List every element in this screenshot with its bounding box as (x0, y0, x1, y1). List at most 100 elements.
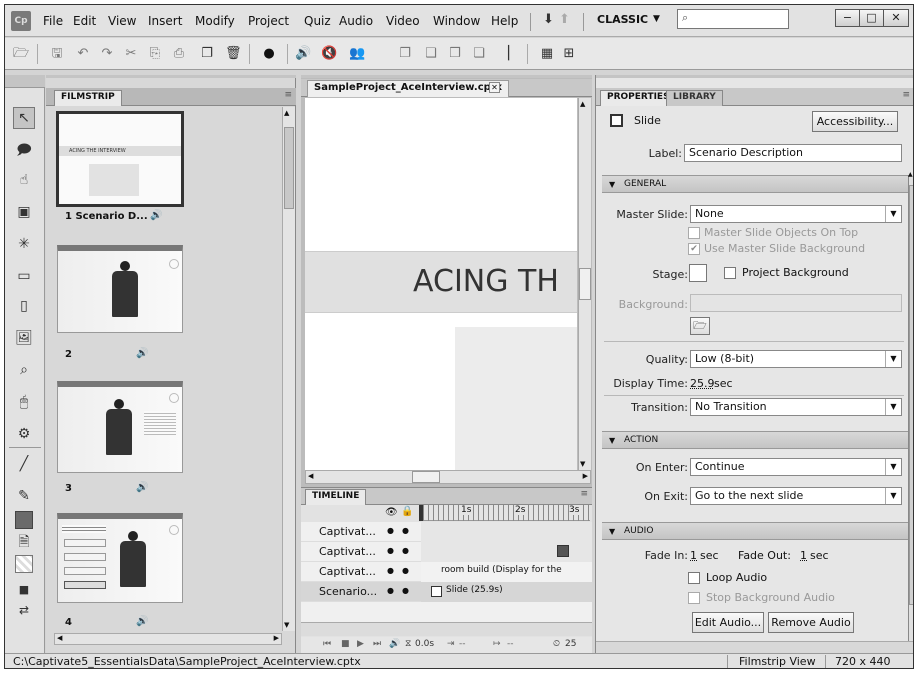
stage-hscroll-thumb[interactable] (412, 471, 440, 483)
zoom-area-tool-icon[interactable]: ⌕ (15, 361, 33, 379)
playhead[interactable] (419, 505, 423, 521)
menu-view[interactable]: View (108, 14, 136, 28)
tab-filmstrip[interactable]: FILMSTRIP (54, 90, 122, 106)
general-section-header[interactable]: ▼ GENERAL (602, 175, 908, 193)
menu-quiz[interactable]: Quiz (304, 14, 331, 28)
undo-icon[interactable]: ↶ (75, 46, 91, 62)
scroll-right-icon[interactable]: ▶ (583, 472, 588, 480)
visibility-dot[interactable]: ● (387, 566, 394, 575)
redo-icon[interactable]: ↷ (99, 46, 115, 62)
send-backward-icon[interactable]: ❏ (471, 46, 487, 62)
duplicate-icon[interactable]: ❐ (199, 46, 215, 62)
quality-dropdown[interactable]: Low (8-bit) ▼ (690, 350, 902, 368)
filmstrip-scroll-thumb[interactable] (284, 127, 294, 209)
collapse-triangle-icon[interactable]: ▼ (609, 176, 615, 193)
paint-bucket-icon[interactable]: 🗎 (15, 533, 33, 551)
slide-thumbnail-4[interactable] (57, 513, 183, 603)
menu-modify[interactable]: Modify (195, 14, 235, 28)
scroll-up-icon[interactable]: ▲ (580, 100, 585, 108)
lock-dot[interactable]: ● (402, 546, 409, 555)
group-icon[interactable]: ❐ (397, 46, 413, 62)
stage-scroll-thumb[interactable] (579, 268, 591, 300)
stroke-color-swatch[interactable] (15, 555, 33, 573)
stage-vertical-scrollbar[interactable]: ▲ ▼ (578, 98, 591, 470)
swap-colors-icon[interactable]: ⇄ (15, 601, 33, 619)
stage-color-swatch[interactable] (689, 264, 707, 282)
close-tab-icon[interactable]: ✕ (489, 82, 500, 93)
label-field[interactable]: Scenario Description (684, 144, 902, 162)
menu-window[interactable]: Window (433, 14, 480, 28)
slide-thumbnail-1[interactable]: ACING THE INTERVIEW (56, 111, 184, 207)
filmstrip-horizontal-scrollbar[interactable]: ◀ ▶ (54, 633, 282, 645)
master-slide-dropdown[interactable]: None ▼ (690, 205, 902, 223)
timeline-track[interactable] (421, 522, 592, 542)
slide-audio-icon[interactable]: 🔊 (150, 210, 162, 221)
stage-horizontal-scrollbar[interactable]: ◀ ▶ (305, 470, 591, 484)
widget-tool-icon[interactable]: ⚙ (15, 425, 33, 443)
remove-audio-button[interactable]: Remove Audio (768, 612, 854, 633)
track-end-marker[interactable] (557, 545, 569, 557)
loop-audio-checkbox[interactable] (688, 572, 700, 584)
play-icon[interactable]: ▶ (357, 639, 364, 649)
rollover-caption-tool-icon[interactable]: ☝ (15, 171, 33, 189)
timeline-ruler[interactable]: 1s 2s 3s (419, 505, 590, 521)
snap-to-grid-icon[interactable]: ⊞ (561, 46, 577, 62)
action-section-header[interactable]: ▼ ACTION (602, 431, 908, 449)
lock-dot[interactable]: ● (402, 566, 409, 575)
slide-title[interactable]: ACING TH (413, 264, 559, 299)
menu-project[interactable]: Project (248, 14, 289, 28)
save-icon[interactable]: 🖫 (49, 46, 65, 62)
open-folder-icon[interactable]: 🗁 (13, 46, 29, 62)
collapse-triangle-icon[interactable]: ▼ (609, 523, 615, 540)
audio-section-header[interactable]: ▼ AUDIO (602, 522, 908, 540)
fill-color-swatch[interactable] (15, 511, 33, 529)
timeline-track[interactable]: Slide (25.9s) (421, 582, 592, 602)
menu-audio[interactable]: Audio (339, 14, 373, 28)
display-time-value[interactable]: 25.9 (690, 377, 715, 390)
text-caption-tool-icon[interactable]: 🗩 (15, 141, 33, 159)
lock-dot[interactable]: ● (402, 586, 409, 595)
chevron-down-icon[interactable]: ▼ (653, 14, 660, 24)
menu-help[interactable]: Help (491, 14, 518, 28)
button-tool-icon[interactable]: ▭ (15, 267, 33, 285)
menu-insert[interactable]: Insert (148, 14, 182, 28)
line-tool-icon[interactable]: ╱ (15, 455, 33, 473)
properties-scrollbar[interactable]: ▲ (908, 171, 913, 641)
background-field[interactable] (690, 294, 902, 312)
search-input[interactable]: ⌕ (677, 9, 789, 29)
download-icon[interactable]: ⬇ (543, 12, 554, 27)
collapse-triangle-icon[interactable]: ▼ (609, 432, 615, 449)
tab-document[interactable]: SampleProject_AceInterview.cptx (307, 80, 510, 97)
fade-out-value[interactable]: 1 (800, 549, 807, 562)
people-icon[interactable]: 👥 (349, 46, 365, 62)
menu-video[interactable]: Video (386, 14, 420, 28)
minimize-button[interactable]: − (835, 9, 860, 27)
slide-audio-icon[interactable]: 🔊 (136, 348, 148, 359)
scroll-left-icon[interactable]: ◀ (308, 472, 313, 480)
close-button[interactable]: ✕ (883, 9, 909, 27)
pencil-tool-icon[interactable]: ✎ (15, 487, 33, 505)
pointer-tool-icon[interactable]: ↖ (15, 109, 33, 127)
paste-icon[interactable]: ⎙ (171, 46, 187, 62)
audio-icon[interactable]: 🔊 (295, 46, 311, 62)
align-left-icon[interactable]: ▏ (505, 46, 521, 62)
menu-file[interactable]: File (43, 14, 63, 28)
visibility-dot[interactable]: ● (387, 586, 394, 595)
master-objects-on-top-checkbox[interactable] (688, 227, 700, 239)
lock-icon[interactable]: 🔒 (401, 506, 413, 517)
scroll-up-icon[interactable]: ▲ (284, 109, 289, 117)
workspace-switcher[interactable]: CLASSIC (597, 13, 648, 26)
text-entry-box-tool-icon[interactable]: ▯ (15, 297, 33, 315)
image-tool-icon[interactable]: 🖼 (15, 329, 33, 347)
accessibility-button[interactable]: Accessibility... (812, 111, 898, 132)
mute-audio-icon[interactable]: 🔇 (321, 46, 337, 62)
timeline-track[interactable] (421, 542, 592, 562)
browse-folder-button[interactable]: 🗁 (690, 317, 710, 335)
audio-icon[interactable]: 🔊 (389, 639, 400, 649)
use-master-background-checkbox[interactable]: ✔ (688, 243, 700, 255)
edit-audio-button[interactable]: Edit Audio... (692, 612, 764, 633)
stop-background-audio-checkbox[interactable] (688, 592, 700, 604)
project-background-checkbox[interactable] (724, 267, 736, 279)
visibility-dot[interactable]: ● (387, 526, 394, 535)
tab-timeline[interactable]: TIMELINE (305, 489, 367, 505)
